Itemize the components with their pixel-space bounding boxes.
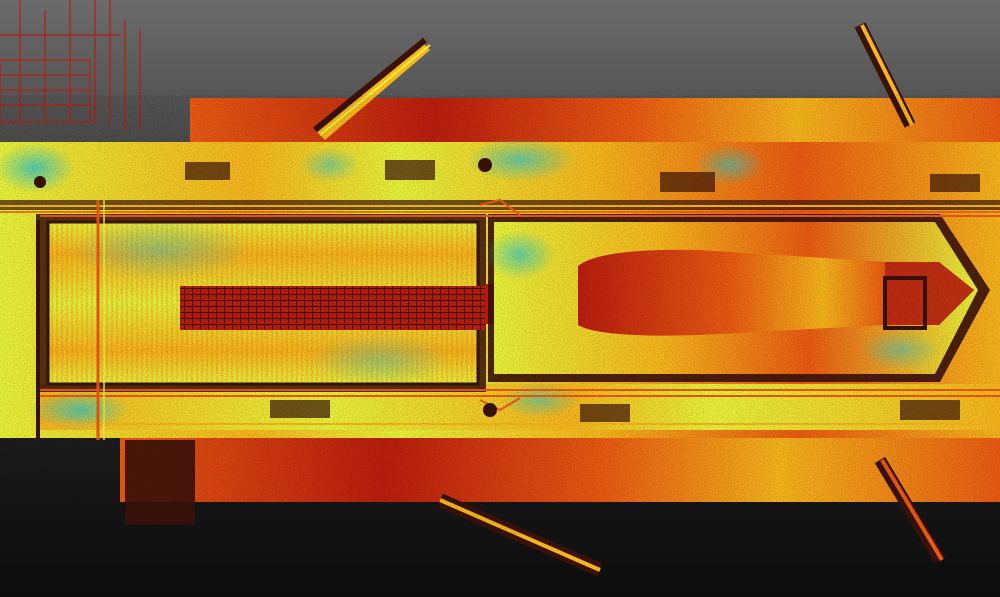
point-cloud-grain xyxy=(0,95,1000,535)
point-cloud-scene xyxy=(0,0,1000,597)
